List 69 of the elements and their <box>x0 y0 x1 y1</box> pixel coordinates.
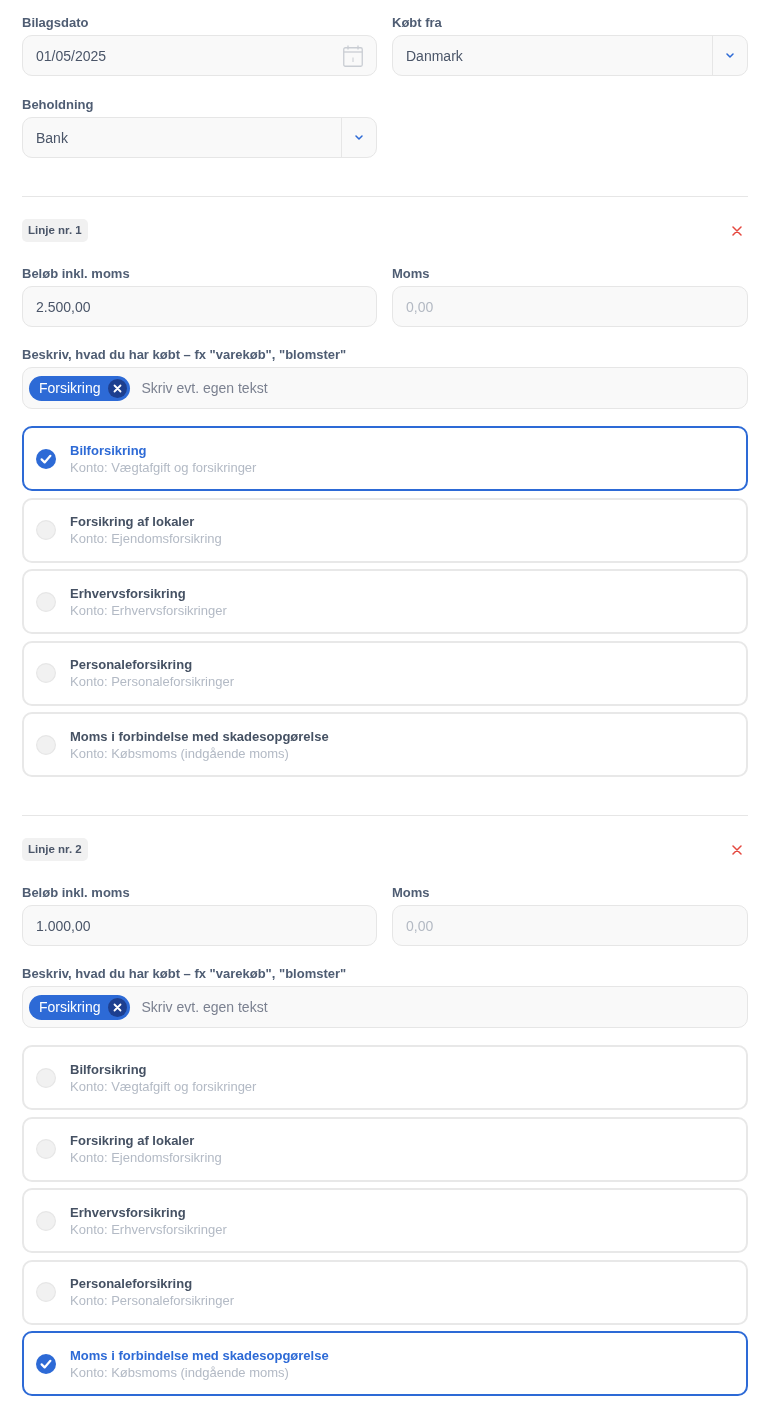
select-field[interactable]: Bank <box>22 117 377 158</box>
account-text: Konto: Vægtafgift og forsikringer <box>70 458 257 476</box>
option-title: Moms i forbindelse med skadesopgørelse <box>70 1346 329 1364</box>
radio-icon <box>36 591 56 612</box>
option-title: Personaleforsikring <box>70 1275 193 1292</box>
option-card[interactable]: Forsikring af lokaler Konto: Ejendomsforsikring <box>22 1116 748 1182</box>
radio-icon <box>36 1210 56 1231</box>
account-text: Konto: Erhvervsforsikringer <box>70 1220 227 1238</box>
field-label: Beskriv, hvad du har købt – fx "varekøb", "blomster" <box>22 965 347 982</box>
line-number-badge: Linje nr. 1 <box>22 219 88 242</box>
remove-tag-icon[interactable] <box>108 997 128 1017</box>
chevron-down-icon <box>726 53 734 58</box>
tag-chip[interactable]: Forsikring <box>29 994 131 1020</box>
account-text: Konto: Personaleforsikringer <box>70 1292 235 1309</box>
radio-icon <box>36 1067 56 1088</box>
remove-line-button[interactable] <box>732 225 742 236</box>
option-card[interactable]: Forsikring af lokaler Konto: Ejendomsforsikring <box>22 497 748 563</box>
option-card[interactable]: Bilforsikring Konto: Vægtafgift og forsikringer <box>22 426 748 491</box>
option-card[interactable]: Erhvervsforsikring Konto: Erhvervsforsikringer <box>22 1188 748 1253</box>
radio-icon <box>36 1139 56 1159</box>
remove-line-button[interactable] <box>732 844 742 855</box>
option-card[interactable]: Personaleforsikring Konto: Personaleforsikringer <box>22 1259 748 1325</box>
account-text: Konto: Købsmoms (indgående moms) <box>70 744 289 762</box>
account-text: Konto: Ejendomsforsikring <box>70 530 222 547</box>
field-label: Beskriv, hvad du har købt – fx "varekøb", "blomster" <box>22 346 347 363</box>
field-label: Beløb inkl. moms <box>22 265 130 282</box>
remove-tag-icon[interactable] <box>108 378 128 398</box>
radio-icon <box>36 734 56 755</box>
option-title: Forsikring af lokaler <box>70 513 195 530</box>
date-field[interactable]: 01/05/2025 <box>22 35 377 76</box>
line-number-badge: Linje nr. 2 <box>22 838 88 861</box>
account-text: Konto: Vægtafgift og forsikringer <box>70 1077 257 1095</box>
option-card[interactable]: Bilforsikring Konto: Vægtafgift og forsikringer <box>22 1045 748 1110</box>
radio-icon <box>36 520 56 540</box>
option-title: Personaleforsikring <box>70 656 193 673</box>
close-icon <box>732 225 742 236</box>
amount-input[interactable]: 1.000,00 <box>22 905 377 946</box>
account-text: Konto: Ejendomsforsikring <box>70 1149 222 1166</box>
option-title: Bilforsikring <box>70 441 147 459</box>
option-title: Erhvervsforsikring <box>70 584 186 602</box>
account-text: Konto: Erhvervsforsikringer <box>70 601 227 619</box>
amount-input[interactable]: 2.500,00 <box>22 286 377 327</box>
check-circle-icon <box>36 1353 56 1374</box>
option-card[interactable]: Personaleforsikring Konto: Personaleforsikringer <box>22 640 748 706</box>
chevron-down-icon <box>355 135 363 140</box>
option-title: Bilforsikring <box>70 1060 147 1078</box>
select-field[interactable]: Danmark <box>392 35 748 76</box>
field-label: Beholdning <box>22 96 94 113</box>
field-label: Bilagsdato <box>22 14 89 31</box>
field-label: Moms <box>392 884 430 901</box>
account-text: Konto: Personaleforsikringer <box>70 673 235 690</box>
field-label: Købt fra <box>392 14 442 31</box>
option-title: Forsikring af lokaler <box>70 1132 195 1149</box>
option-title: Moms i forbindelse med skadesopgørelse <box>70 727 329 745</box>
tag-input-field[interactable]: Forsikring Skriv evt. egen tekst <box>22 367 748 409</box>
option-card[interactable]: Moms i forbindelse med skadesopgørelse Konto: Købsmoms (indgående moms) <box>22 1331 748 1396</box>
radio-icon <box>36 1282 56 1302</box>
option-card[interactable]: Moms i forbindelse med skadesopgørelse Konto: Købsmoms (indgående moms) <box>22 712 748 777</box>
field-label: Moms <box>392 265 430 282</box>
check-circle-icon <box>36 448 56 469</box>
option-title: Erhvervsforsikring <box>70 1203 186 1221</box>
tag-chip[interactable]: Forsikring <box>29 375 131 401</box>
radio-icon <box>36 663 56 683</box>
close-icon <box>732 844 742 855</box>
field-label: Beløb inkl. moms <box>22 884 130 901</box>
account-text: Konto: Købsmoms (indgående moms) <box>70 1363 289 1381</box>
option-card[interactable]: Erhvervsforsikring Konto: Erhvervsforsikringer <box>22 569 748 634</box>
tag-input-field[interactable]: Forsikring Skriv evt. egen tekst <box>22 986 748 1028</box>
calendar-icon <box>343 44 363 67</box>
